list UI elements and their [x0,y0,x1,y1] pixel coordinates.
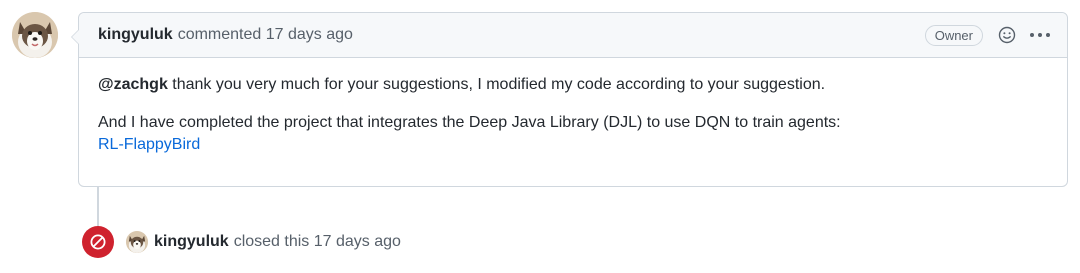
kebab-menu-icon[interactable] [1029,23,1051,47]
comment-paragraph-1: @zachgk thank you very much for your sug… [98,74,1048,96]
comment-author-link[interactable]: kingyuluk [98,26,173,44]
event-user-avatar[interactable] [126,231,148,253]
comment-paragraph-2: And I have completed the project that in… [98,112,1048,156]
comment-timestamp[interactable]: commented 17 days ago [178,26,353,44]
owner-badge: Owner [924,24,983,46]
user-avatar[interactable] [12,12,58,58]
closed-event: kingyuluk closed this 17 days ago [82,226,401,258]
circle-slash-icon [82,226,114,258]
comment-card: kingyuluk commented 17 days ago Owner @z… [71,12,1068,187]
comment-paragraph-2-text: And I have completed the project that in… [98,114,841,131]
event-author-link[interactable]: kingyuluk [154,233,229,251]
dog-avatar-icon [126,231,148,253]
comment-caret-fill [72,29,80,45]
user-mention-link[interactable]: @zachgk [98,76,168,93]
repo-link[interactable]: RL-FlappyBird [98,136,200,153]
comment-body: @zachgk thank you very much for your sug… [79,58,1067,172]
event-description[interactable]: closed this 17 days ago [234,233,401,251]
issue-timeline: kingyuluk commented 17 days ago Owner @z… [0,0,1080,273]
dog-avatar-icon [12,12,58,58]
comment-paragraph-1-text: thank you very much for your suggestions… [167,76,826,93]
timeline-connector [97,186,99,230]
smiley-icon[interactable] [997,25,1017,45]
comment-header: kingyuluk commented 17 days ago Owner [79,13,1067,58]
